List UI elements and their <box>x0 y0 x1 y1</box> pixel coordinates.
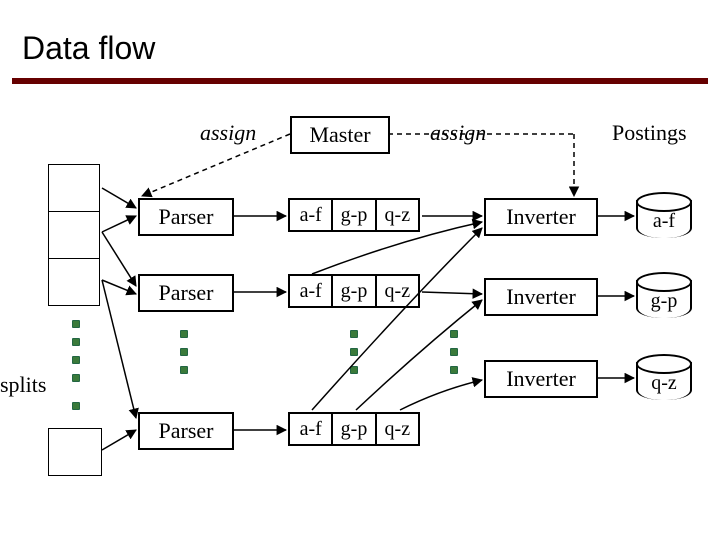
ellipsis-dots <box>72 402 80 410</box>
parser-node: Parser <box>138 412 234 450</box>
parser-node: Parser <box>138 198 234 236</box>
partition-cell-qz: q-z <box>375 274 420 308</box>
split-box <box>48 211 100 258</box>
ellipsis-dots <box>180 330 188 374</box>
partition-cell-qz: q-z <box>375 198 420 232</box>
splits-label: splits <box>0 372 46 398</box>
postings-cylinder-gp: g-p <box>636 272 688 318</box>
ellipsis-dots <box>450 330 458 374</box>
partition-cell-gp: g-p <box>331 198 374 232</box>
postings-cylinder-af: a-f <box>636 192 688 238</box>
partition-cell-af: a-f <box>288 198 331 232</box>
partition-cell-af: a-f <box>288 412 331 446</box>
postings-cylinder-qz: q-z <box>636 354 688 400</box>
partition-cell-qz: q-z <box>375 412 420 446</box>
split-box <box>48 164 100 211</box>
assign-label-right: assign <box>430 120 486 146</box>
inverter-node: Inverter <box>484 198 598 236</box>
slide-title: Data flow <box>22 30 155 67</box>
parser-node: Parser <box>138 274 234 312</box>
inverter-node: Inverter <box>484 360 598 398</box>
ellipsis-dots <box>72 320 80 382</box>
split-box <box>48 428 102 476</box>
title-underline <box>12 78 708 84</box>
partition-row: a-f g-p q-z <box>288 412 420 446</box>
postings-label: Postings <box>612 120 687 146</box>
inverter-node: Inverter <box>484 278 598 316</box>
partition-cell-gp: g-p <box>331 412 374 446</box>
partition-row: a-f g-p q-z <box>288 198 420 232</box>
partition-cell-af: a-f <box>288 274 331 308</box>
partition-cell-gp: g-p <box>331 274 374 308</box>
partition-row: a-f g-p q-z <box>288 274 420 308</box>
splits-stack <box>48 164 100 306</box>
ellipsis-dots <box>350 330 358 374</box>
split-box <box>48 258 100 306</box>
master-node: Master <box>290 116 390 154</box>
assign-label-left: assign <box>200 120 256 146</box>
